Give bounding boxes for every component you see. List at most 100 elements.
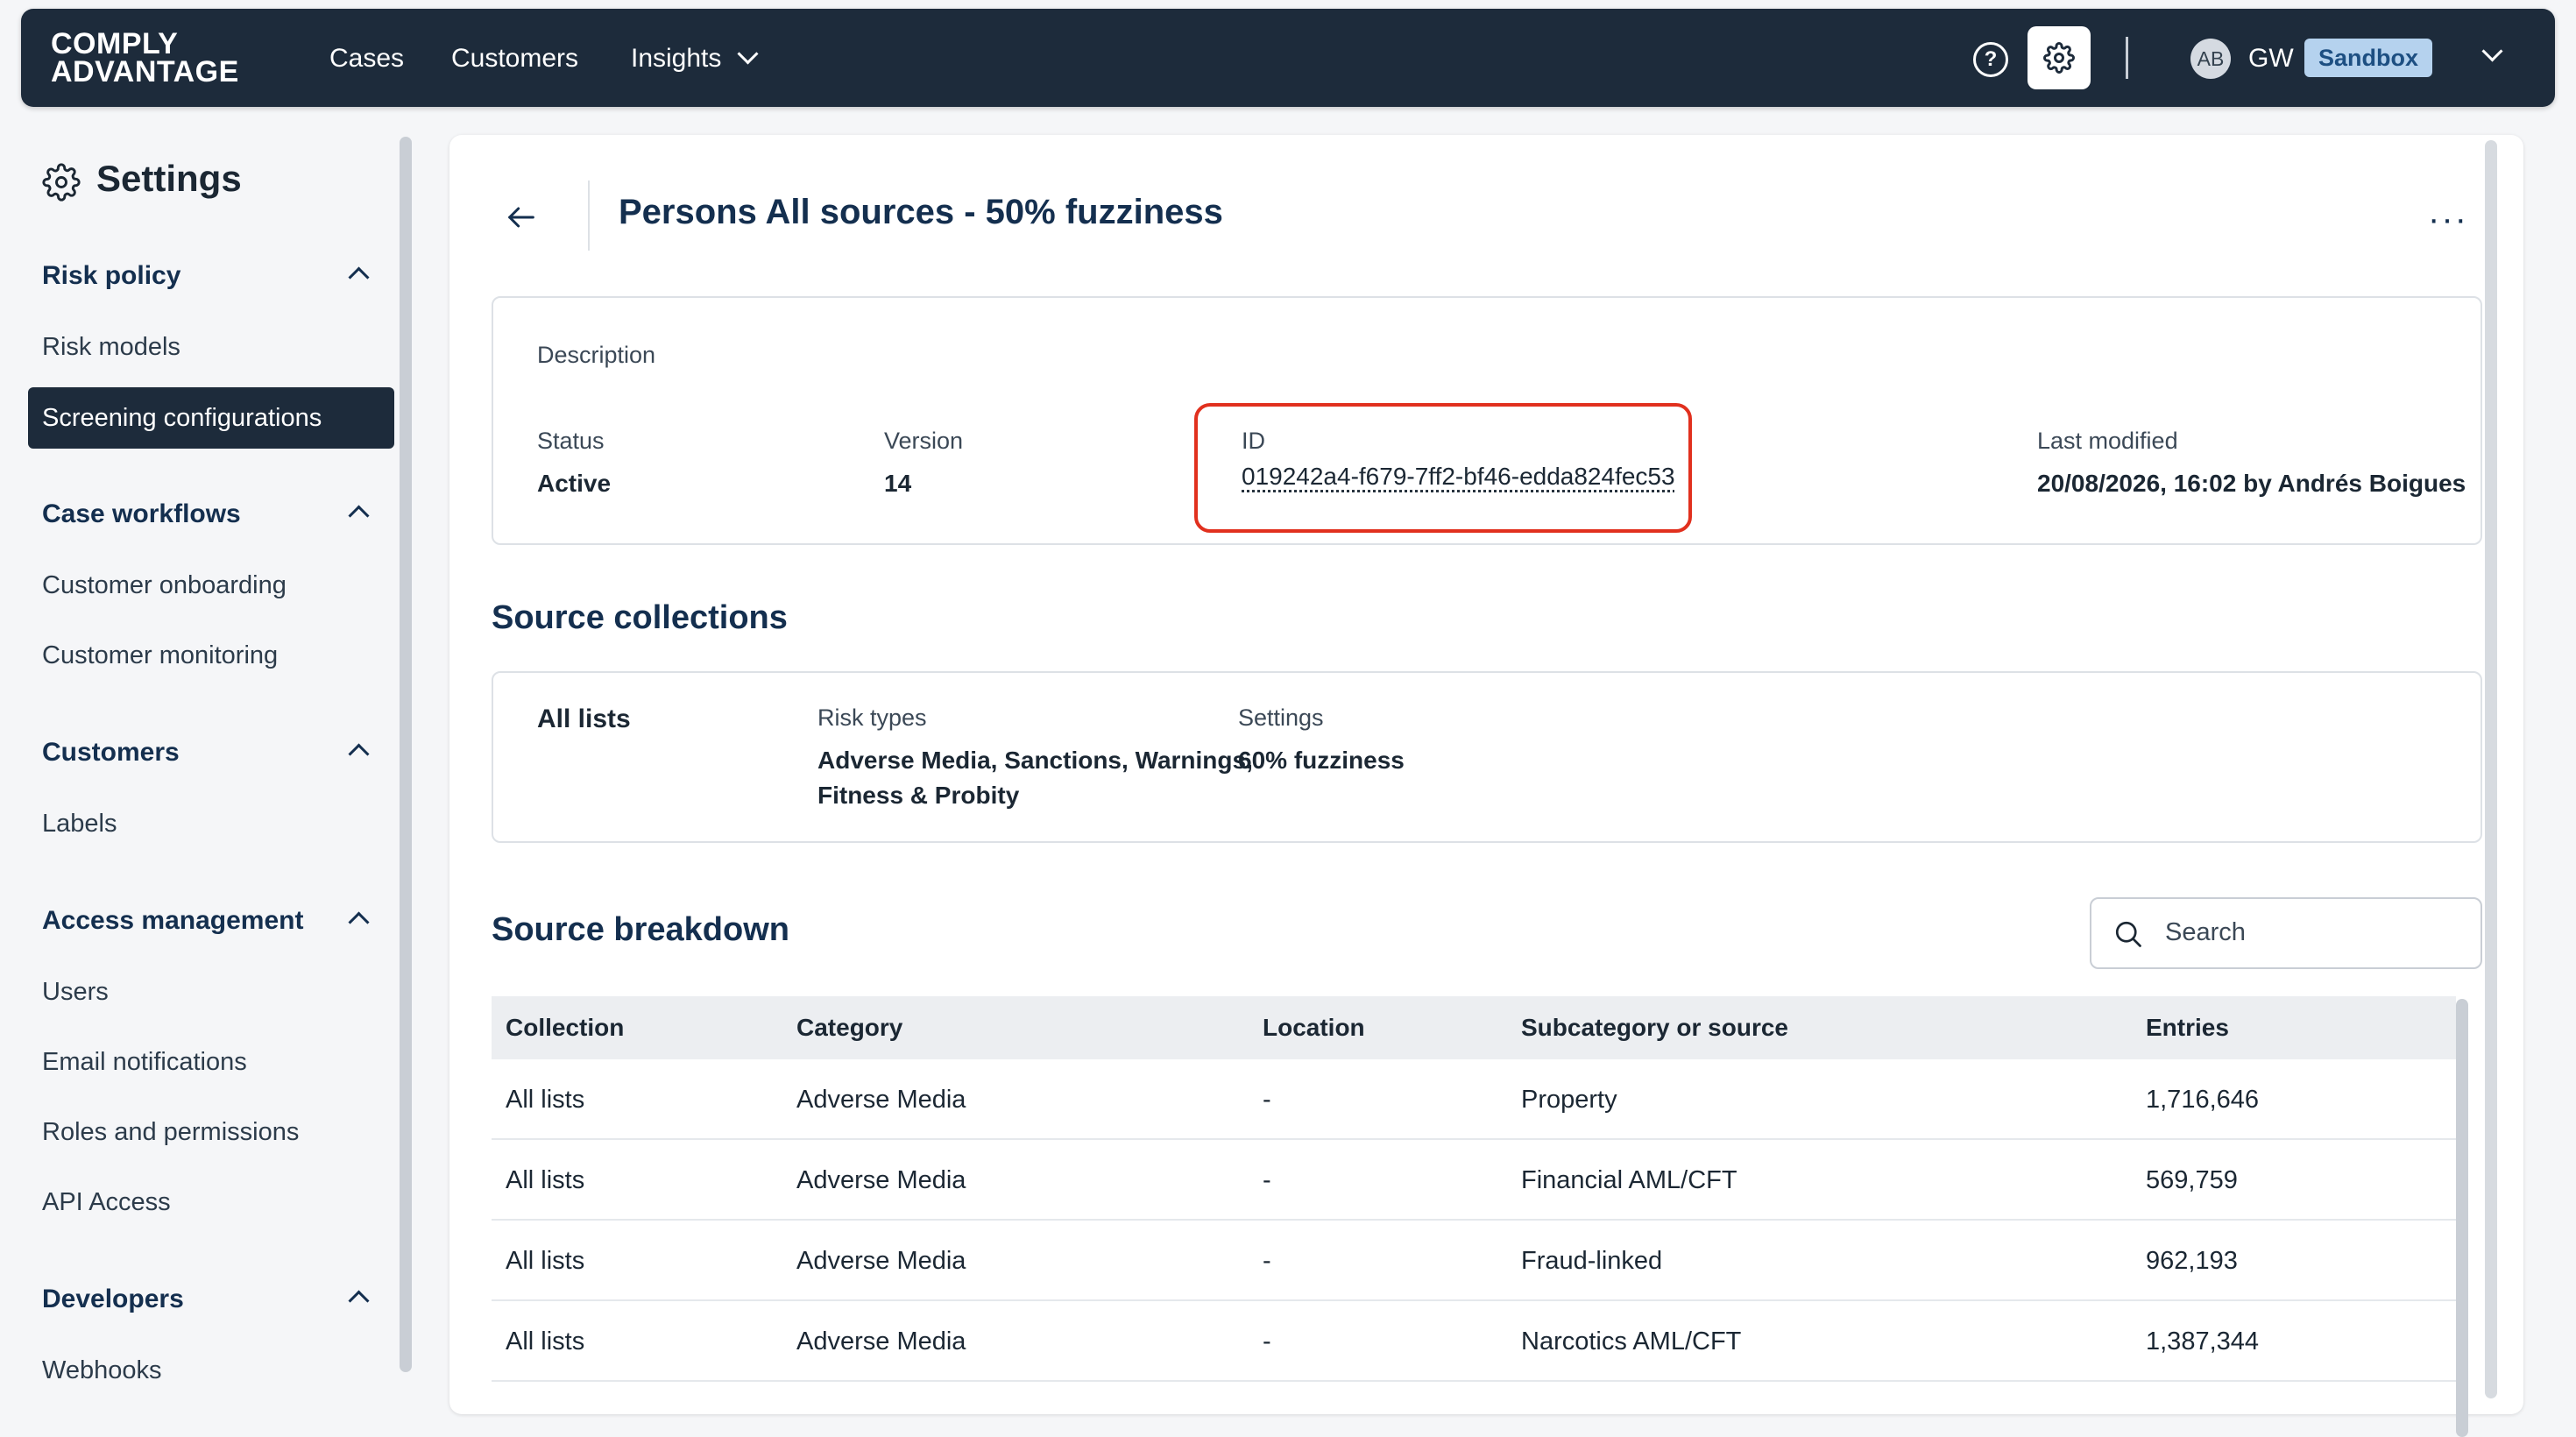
top-navigation-bar: COMPLY ADVANTAGE Cases Customers Insight… xyxy=(21,9,2555,107)
risk-types-label: Risk types xyxy=(817,704,927,731)
sidebar-item-risk-models[interactable]: Risk models xyxy=(42,333,180,362)
sidebar-item-roles-and-permissions[interactable]: Roles and permissions xyxy=(42,1118,299,1147)
sidebar-scrollbar[interactable] xyxy=(400,137,412,1372)
cell-category: Adverse Media xyxy=(796,1327,966,1356)
settings-label: Settings xyxy=(1238,704,1324,731)
nav-divider xyxy=(2126,37,2128,79)
risk-types-value-line1: Adverse Media, Sanctions, Warnings, xyxy=(817,747,1253,774)
chevron-up-icon xyxy=(348,911,370,933)
cell-location: - xyxy=(1263,1247,1271,1275)
cell-collection: All lists xyxy=(506,1166,585,1194)
sidebar-item-labels[interactable]: Labels xyxy=(42,810,117,839)
cell-collection: All lists xyxy=(506,1247,585,1275)
last-modified-value: 20/08/2026, 16:02 by Andrés Boigues xyxy=(2037,470,2466,497)
title-divider xyxy=(588,181,590,251)
column-header-entries[interactable]: Entries xyxy=(2146,1014,2229,1042)
page-scrollbar[interactable] xyxy=(2485,140,2497,1398)
chevron-down-icon xyxy=(2481,40,2503,62)
table-row[interactable]: All lists Adverse Media - Property 1,716… xyxy=(492,1059,2456,1140)
status-value: Active xyxy=(537,470,612,497)
cell-entries: 1,387,344 xyxy=(2146,1327,2260,1356)
gear-icon xyxy=(42,163,81,202)
cell-location: - xyxy=(1263,1327,1271,1356)
section-developers[interactable]: Developers xyxy=(42,1285,375,1314)
sidebar-item-api-access[interactable]: API Access xyxy=(42,1188,171,1217)
settings-button[interactable] xyxy=(2028,26,2091,89)
nav-customers[interactable]: Customers xyxy=(451,44,578,74)
settings-heading: Settings xyxy=(42,158,242,202)
cell-category: Adverse Media xyxy=(796,1086,966,1114)
id-value[interactable]: 019242a4-f679-7ff2-bf46-edda824fec53 xyxy=(1242,463,1675,491)
chevron-up-icon xyxy=(348,1290,370,1312)
configuration-detail-card: Persons All sources - 50% fuzziness ··· … xyxy=(449,135,2523,1437)
user-avatar[interactable]: AB xyxy=(2190,39,2231,79)
user-menu-chevron[interactable] xyxy=(2466,40,2503,68)
cell-collection: All lists xyxy=(506,1086,585,1114)
search-placeholder: Search xyxy=(2165,918,2246,946)
chevron-up-icon xyxy=(348,505,370,527)
nav-insights-label: Insights xyxy=(631,44,722,73)
cell-entries: 569,759 xyxy=(2146,1166,2238,1194)
table-row[interactable]: All lists Adverse Media - Narcotics AML/… xyxy=(492,1301,2456,1382)
description-label: Description xyxy=(537,342,656,368)
sidebar-item-screening-configurations[interactable]: Screening configurations xyxy=(28,387,394,449)
table-row[interactable]: All lists Adverse Media - Financial AML/… xyxy=(492,1140,2456,1221)
environment-badge: Sandbox xyxy=(2304,39,2433,77)
risk-types-value-line2: Fitness & Probity xyxy=(817,782,1020,809)
table-header: Collection Category Location Subcategory… xyxy=(492,996,2456,1059)
cell-subcategory: Fraud-linked xyxy=(1521,1247,1663,1275)
source-collections-box: All lists Risk types Adverse Media, Sanc… xyxy=(492,671,2482,843)
more-options-button[interactable]: ··· xyxy=(2428,200,2468,239)
sidebar-item-email-notifications[interactable]: Email notifications xyxy=(42,1048,247,1077)
chevron-down-icon xyxy=(737,43,759,65)
section-risk-policy[interactable]: Risk policy xyxy=(42,261,375,291)
status-label: Status xyxy=(537,428,605,454)
version-value: 14 xyxy=(884,470,912,497)
user-initials[interactable]: GW xyxy=(2248,44,2294,74)
settings-value: 60% fuzziness xyxy=(1238,747,1405,774)
cell-location: - xyxy=(1263,1086,1271,1114)
source-breakdown-table: Collection Category Location Subcategory… xyxy=(492,996,2456,1382)
version-label: Version xyxy=(884,428,964,454)
sidebar-item-customer-onboarding[interactable]: Customer onboarding xyxy=(42,571,287,600)
page-title: Persons All sources - 50% fuzziness xyxy=(619,193,1223,231)
cell-entries: 962,193 xyxy=(2146,1247,2238,1275)
cell-subcategory: Narcotics AML/CFT xyxy=(1521,1327,1742,1356)
search-icon xyxy=(2115,921,2141,947)
source-collections-title: Source collections xyxy=(492,599,788,636)
nav-cases[interactable]: Cases xyxy=(329,44,404,74)
cell-category: Adverse Media xyxy=(796,1247,966,1275)
cell-location: - xyxy=(1263,1166,1271,1194)
last-modified-label: Last modified xyxy=(2037,428,2178,454)
column-header-subcategory[interactable]: Subcategory or source xyxy=(1521,1014,1788,1042)
back-button[interactable] xyxy=(504,200,539,239)
sidebar-item-webhooks[interactable]: Webhooks xyxy=(42,1356,162,1385)
section-access-management[interactable]: Access management xyxy=(42,906,375,936)
column-header-category[interactable]: Category xyxy=(796,1014,902,1042)
gear-icon xyxy=(2043,42,2075,74)
table-scrollbar[interactable] xyxy=(2456,999,2468,1437)
configuration-details: Description Status Active Version 14 ID … xyxy=(492,296,2482,545)
cell-subcategory: Financial AML/CFT xyxy=(1521,1166,1737,1194)
source-breakdown-title: Source breakdown xyxy=(492,911,789,948)
company-logo[interactable]: COMPLY ADVANTAGE xyxy=(51,29,239,87)
cell-entries: 1,716,646 xyxy=(2146,1086,2260,1114)
column-header-collection[interactable]: Collection xyxy=(506,1014,624,1042)
id-label: ID xyxy=(1242,428,1265,454)
collection-name: All lists xyxy=(537,704,631,733)
sidebar-item-customer-monitoring[interactable]: Customer monitoring xyxy=(42,641,278,670)
column-header-location[interactable]: Location xyxy=(1263,1014,1365,1042)
section-customers[interactable]: Customers xyxy=(42,738,375,768)
chevron-up-icon xyxy=(348,743,370,765)
help-icon[interactable]: ? xyxy=(1973,42,2008,77)
sidebar-item-users[interactable]: Users xyxy=(42,978,109,1007)
arrow-left-icon xyxy=(508,207,534,228)
chevron-up-icon xyxy=(348,266,370,288)
section-case-workflows[interactable]: Case workflows xyxy=(42,499,375,529)
settings-sidebar: Settings Risk policy Risk models Screeni… xyxy=(0,131,412,1398)
cell-subcategory: Property xyxy=(1521,1086,1617,1114)
search-input[interactable]: Search xyxy=(2090,897,2482,969)
table-row[interactable]: All lists Adverse Media - Fraud-linked 9… xyxy=(492,1221,2456,1301)
nav-insights[interactable]: Insights xyxy=(631,43,759,74)
cell-category: Adverse Media xyxy=(796,1166,966,1194)
